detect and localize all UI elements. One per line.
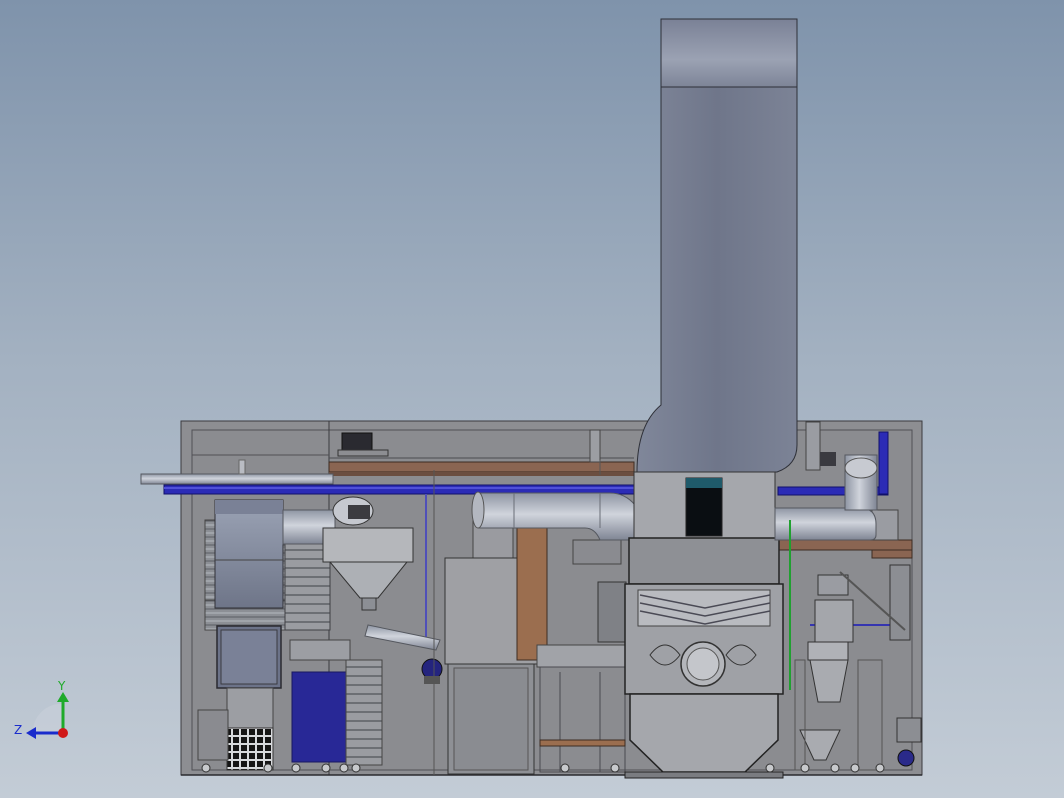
- plant-assembly-drawing: Y Z: [14, 18, 923, 779]
- filter-module: [624, 471, 784, 779]
- y-axis-label: Y: [57, 679, 66, 693]
- y-axis-arrowhead: [57, 692, 69, 702]
- z-axis-arrowhead: [26, 727, 36, 739]
- cad-viewport[interactable]: Y Z: [0, 0, 1064, 798]
- x-axis-origin: [58, 728, 68, 738]
- exhaust-stack: [636, 18, 798, 473]
- axis-triad: Y Z: [14, 679, 69, 739]
- triad-plane: [32, 703, 63, 732]
- z-axis-label: Z: [14, 723, 22, 737]
